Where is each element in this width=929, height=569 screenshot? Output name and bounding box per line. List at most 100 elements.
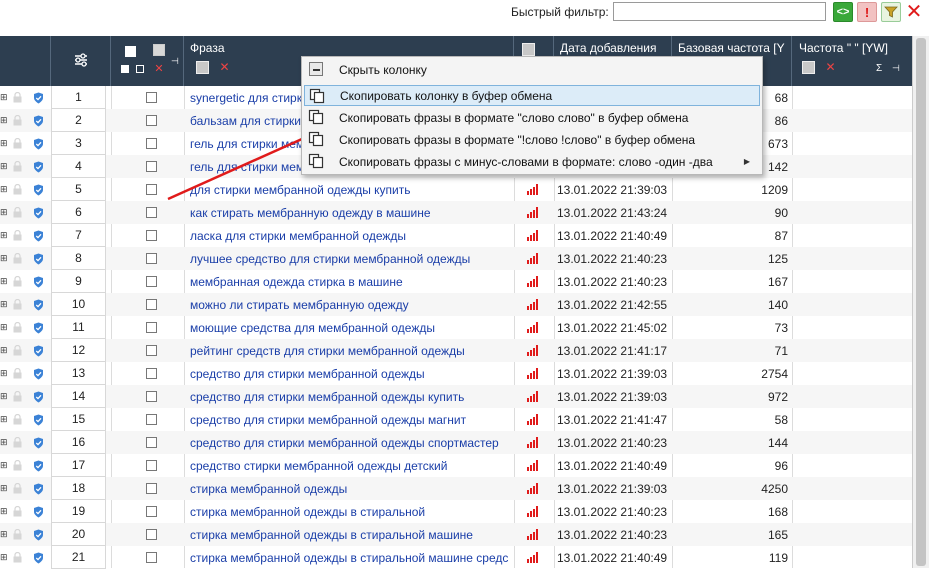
filter-icon[interactable]: [153, 44, 165, 56]
lock-icon[interactable]: [13, 316, 23, 339]
shield-check-icon[interactable]: [33, 109, 45, 132]
phrase-cell[interactable]: можно ли стирать мембранную одежду: [190, 293, 512, 316]
shield-check-icon[interactable]: [33, 546, 45, 569]
expand-icon[interactable]: ⊞: [0, 362, 8, 385]
context-menu-item[interactable]: Скопировать фразы с минус-словами в форм…: [304, 151, 760, 172]
row-checkbox[interactable]: [146, 115, 157, 126]
phrase-cell[interactable]: стирка мембранной одежды в стиральной: [190, 500, 512, 523]
lock-icon[interactable]: [13, 86, 23, 109]
clear-filter-icon[interactable]: ✕: [218, 61, 231, 74]
lock-icon[interactable]: [13, 201, 23, 224]
expand-icon[interactable]: ⊞: [0, 408, 8, 431]
table-row[interactable]: ⊞ 17 средство стирки мембранной одежды дет…: [0, 454, 912, 477]
expand-icon[interactable]: ⊞: [0, 454, 8, 477]
clear-filter-icon[interactable]: ✕: [824, 61, 837, 74]
shield-check-icon[interactable]: [33, 523, 45, 546]
frequency-chart-icon[interactable]: [527, 178, 539, 201]
expand-icon[interactable]: ⊞: [0, 155, 8, 178]
lock-icon[interactable]: [13, 454, 23, 477]
close-filter-button[interactable]: ✕: [904, 2, 924, 22]
phrase-cell[interactable]: для стирки мембранной одежды купить: [190, 178, 512, 201]
expand-icon[interactable]: ⊞: [0, 132, 8, 155]
lock-icon[interactable]: [13, 293, 23, 316]
row-checkbox[interactable]: [146, 345, 157, 356]
expand-icon[interactable]: ⊞: [0, 339, 8, 362]
lock-icon[interactable]: [13, 178, 23, 201]
shield-check-icon[interactable]: [33, 316, 45, 339]
exclamation-button[interactable]: !: [857, 2, 877, 22]
row-checkbox[interactable]: [146, 299, 157, 310]
phrase-cell[interactable]: лучшее средство для стирки мембранной од…: [190, 247, 512, 270]
frequency-chart-icon[interactable]: [527, 408, 539, 431]
phrase-cell[interactable]: средство для стирки мембранной одежды: [190, 362, 512, 385]
expand-icon[interactable]: ⊞: [0, 109, 8, 132]
phrase-cell[interactable]: как стирать мембранную одежду в машине: [190, 201, 512, 224]
context-menu-item[interactable]: Скрыть колонку: [304, 59, 760, 80]
phrase-cell[interactable]: средство стирки мембранной одежды детски…: [190, 454, 512, 477]
frequency-chart-icon[interactable]: [527, 477, 539, 500]
expand-icon[interactable]: ⊞: [0, 385, 8, 408]
context-menu-item[interactable]: Скопировать колонку в буфер обмена: [304, 85, 760, 106]
quick-filter-input[interactable]: [613, 2, 826, 21]
shield-check-icon[interactable]: [33, 431, 45, 454]
shield-check-icon[interactable]: [33, 247, 45, 270]
table-row[interactable]: ⊞ 12 рейтинг средств для стирки мембранной…: [0, 339, 912, 362]
row-checkbox[interactable]: [146, 437, 157, 448]
lock-icon[interactable]: [13, 546, 23, 569]
shield-check-icon[interactable]: [33, 201, 45, 224]
row-checkbox[interactable]: [146, 529, 157, 540]
code-button[interactable]: <>: [833, 2, 853, 22]
row-checkbox[interactable]: [146, 414, 157, 425]
expand-icon[interactable]: ⊞: [0, 523, 8, 546]
frequency-chart-icon[interactable]: [527, 339, 539, 362]
lock-icon[interactable]: [13, 362, 23, 385]
table-row[interactable]: ⊞ 14 средство для стирки мембранной одежды…: [0, 385, 912, 408]
filter-icon[interactable]: [802, 61, 815, 74]
table-row[interactable]: ⊞ 9 мембранная одежда стирка в машине 13.01…: [0, 270, 912, 293]
shield-check-icon[interactable]: [33, 454, 45, 477]
checkbox-mode-icon[interactable]: [121, 65, 129, 73]
sigma-icon[interactable]: Σ: [876, 63, 882, 74]
frequency-chart-icon[interactable]: [527, 500, 539, 523]
expand-icon[interactable]: ⊞: [0, 546, 8, 569]
lock-icon[interactable]: [13, 408, 23, 431]
expand-icon[interactable]: ⊞: [0, 270, 8, 293]
expand-icon[interactable]: ⊞: [0, 201, 8, 224]
header-settings-cell[interactable]: [51, 36, 111, 86]
phrase-cell[interactable]: рейтинг средств для стирки мембранной од…: [190, 339, 512, 362]
shield-check-icon[interactable]: [33, 500, 45, 523]
table-row[interactable]: ⊞ 15 средство для стирки мембранной одежды…: [0, 408, 912, 431]
table-row[interactable]: ⊞ 20 стирка мембранной одежды в стиральной…: [0, 523, 912, 546]
row-checkbox[interactable]: [146, 207, 157, 218]
lock-icon[interactable]: [13, 477, 23, 500]
table-row[interactable]: ⊞ 6 как стирать мембранную одежду в машине…: [0, 201, 912, 224]
phrase-cell[interactable]: стирка мембранной одежды в стиральной ма…: [190, 523, 512, 546]
table-row[interactable]: ⊞ 11 моющие средства для мембранной одежды…: [0, 316, 912, 339]
row-checkbox[interactable]: [146, 368, 157, 379]
shield-check-icon[interactable]: [33, 86, 45, 109]
phrase-cell[interactable]: средство для стирки мембранной одежды ку…: [190, 385, 512, 408]
frequency-chart-icon[interactable]: [527, 523, 539, 546]
phrase-cell[interactable]: ласка для стирки мембранной одежды: [190, 224, 512, 247]
shield-check-icon[interactable]: [33, 385, 45, 408]
lock-icon[interactable]: [13, 523, 23, 546]
row-checkbox[interactable]: [146, 138, 157, 149]
shield-check-icon[interactable]: [33, 293, 45, 316]
filter-icon[interactable]: [522, 43, 535, 56]
table-row[interactable]: ⊞ 10 можно ли стирать мембранную одежду 13.…: [0, 293, 912, 316]
phrase-cell[interactable]: средство для стирки мембранной одежды ма…: [190, 408, 512, 431]
context-menu-item[interactable]: Скопировать фразы в формате "слово слово…: [304, 107, 760, 128]
row-checkbox[interactable]: [146, 92, 157, 103]
row-checkbox[interactable]: [146, 552, 157, 563]
lock-icon[interactable]: [13, 155, 23, 178]
frequency-chart-icon[interactable]: [527, 362, 539, 385]
expand-icon[interactable]: ⊞: [0, 316, 8, 339]
expand-icon[interactable]: ⊞: [0, 86, 8, 109]
expand-icon[interactable]: ⊞: [0, 477, 8, 500]
sliders-icon[interactable]: [73, 52, 89, 68]
lock-icon[interactable]: [13, 247, 23, 270]
row-checkbox[interactable]: [146, 161, 157, 172]
row-checkbox[interactable]: [146, 253, 157, 264]
lock-icon[interactable]: [13, 500, 23, 523]
shield-check-icon[interactable]: [33, 477, 45, 500]
